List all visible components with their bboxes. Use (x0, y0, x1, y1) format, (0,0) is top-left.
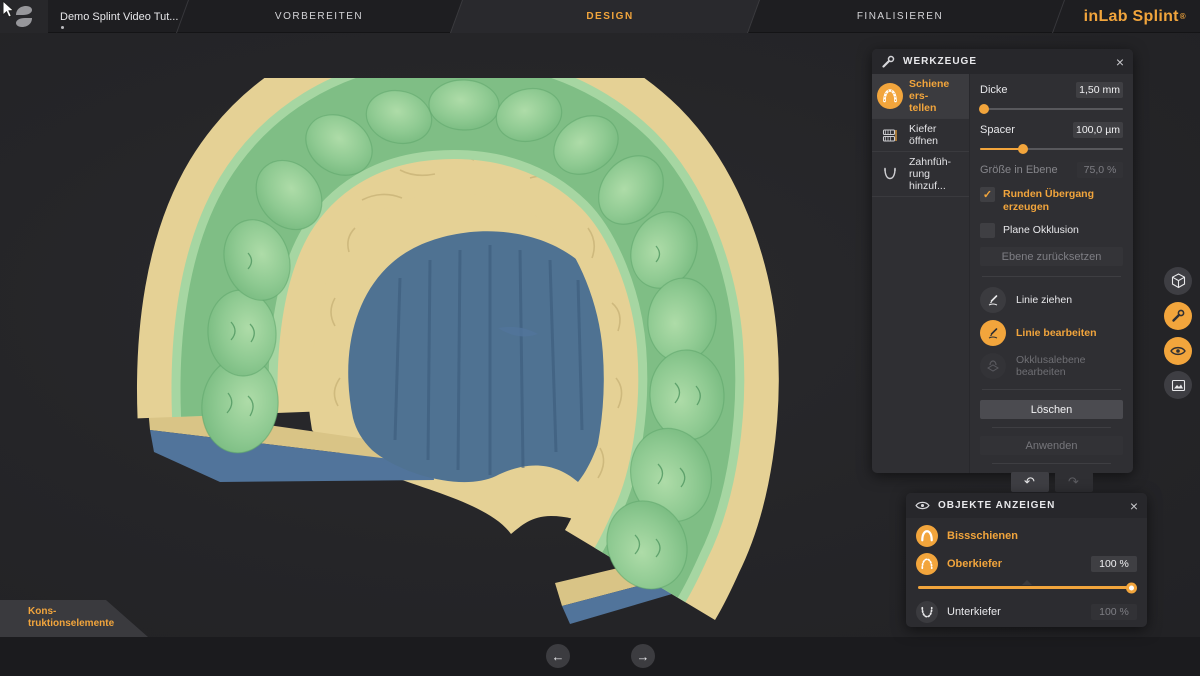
object-row-unterkiefer[interactable]: Unterkiefer 100 % (906, 598, 1147, 626)
runden-uebergang-checkbox-row[interactable]: ✓ Runden Übergang erzeugen (980, 187, 1123, 214)
dicke-slider-knob[interactable] (979, 104, 989, 114)
sidebar-item-label: Zahnfüh-rung hinzuf... (909, 156, 964, 192)
sidebar-item-kiefer-oeffnen[interactable]: Kiefer öffnen (872, 119, 969, 152)
tools-panel: WERKZEUGE × Schiene ers-tellen Kiefer öf… (872, 49, 1133, 473)
groesse-value: 75,0 % (1077, 162, 1123, 178)
slider-midpoint-notch (1022, 580, 1032, 585)
object-row-bissschienen[interactable]: Bissschienen (906, 522, 1147, 550)
tools-sidebar: Schiene ers-tellen Kiefer öffnen Zahnfüh… (872, 74, 970, 473)
oberkiefer-opacity-value[interactable]: 100 % (1091, 556, 1137, 572)
upper-jaw-icon (916, 553, 938, 575)
spacer-value[interactable]: 100,0 µm (1073, 122, 1123, 138)
dicke-slider[interactable] (980, 108, 1123, 110)
groesse-label: Größe in Ebene (980, 164, 1058, 176)
apply-button: Anwenden (980, 436, 1123, 455)
delete-button[interactable]: Löschen (980, 400, 1123, 419)
tools-content: Dicke 1,50 mm Spacer 100,0 µm Größe in E… (970, 74, 1133, 473)
sidebar-item-label: Kiefer öffnen (909, 123, 964, 147)
lower-jaw-icon (916, 601, 938, 623)
show-objects-panel: OBJEKTE ANZEIGEN × Bissschienen Oberkief… (906, 493, 1147, 627)
app-window: Kons- truktionselemente Demo Splint Vide… (0, 0, 1200, 676)
eye-icon (915, 500, 930, 511)
objects-panel-title: OBJEKTE ANZEIGEN (938, 500, 1122, 511)
eye-icon (1170, 345, 1186, 357)
screenshot-icon (1171, 379, 1186, 392)
prev-step-button[interactable]: ← (546, 644, 570, 668)
opacity-slider-knob[interactable] (1126, 582, 1137, 593)
undo-button[interactable]: ↶ (1011, 472, 1049, 492)
close-icon[interactable]: × (1116, 55, 1124, 69)
object-row-oberkiefer[interactable]: Oberkiefer 100 % (906, 550, 1147, 578)
redo-button: ↷ (1055, 472, 1093, 492)
plane-okklusion-checkbox-row[interactable]: Plane Okklusion (980, 223, 1123, 238)
tools-panel-title: WERKZEUGE (903, 56, 1108, 67)
unterkiefer-opacity-value: 100 % (1091, 604, 1137, 620)
reset-plane-button[interactable]: Ebene zurücksetzen (980, 247, 1123, 266)
sidebar-item-schiene-erstellen[interactable]: Schiene ers-tellen (872, 74, 969, 119)
dicke-value[interactable]: 1,50 mm (1076, 82, 1123, 98)
close-icon[interactable]: × (1130, 499, 1138, 513)
brand-logo: inLab Splint® (1084, 0, 1186, 33)
document-title: Demo Splint Video Tut... (60, 11, 178, 23)
spacer-label: Spacer (980, 124, 1015, 136)
bottom-bar: ← → (0, 637, 1200, 676)
tab-design[interactable]: DESIGN (530, 0, 690, 33)
checkbox-checked[interactable]: ✓ (980, 187, 995, 202)
screenshot-button[interactable] (1164, 371, 1192, 399)
wrench-icon (1171, 309, 1185, 323)
document-tab[interactable]: Demo Splint Video Tut... (60, 0, 178, 33)
spacer-slider[interactable] (980, 148, 1123, 150)
divider (982, 276, 1121, 277)
next-step-button[interactable]: → (631, 644, 655, 668)
tooth-guidance-icon (877, 167, 903, 181)
sidebar-item-label: Schiene ers-tellen (909, 78, 964, 114)
checkbox-label: Plane Okklusion (1003, 223, 1079, 237)
tools-panel-header[interactable]: WERKZEUGE × (872, 49, 1133, 74)
divider (982, 389, 1121, 390)
wrench-icon (881, 55, 895, 69)
tool-linie-bearbeiten[interactable]: Linie bearbeiten (980, 320, 1123, 346)
tab-vorbereiten[interactable]: VORBEREITEN (239, 0, 399, 33)
tools-panel-button[interactable] (1164, 302, 1192, 330)
dicke-label: Dicke (980, 84, 1008, 96)
tool-okklusalebene: Okklusalebene bearbeiten (980, 353, 1123, 379)
oberkiefer-opacity-slider[interactable] (918, 586, 1135, 589)
tool-linie-ziehen[interactable]: Linie ziehen (980, 287, 1123, 313)
dental-arch-model[interactable] (100, 78, 780, 628)
view-cube-button[interactable] (1164, 267, 1192, 295)
interior-walls (348, 231, 613, 482)
splint-arch-icon (916, 525, 938, 547)
cube-icon (1171, 273, 1186, 289)
draw-line-icon (980, 287, 1006, 313)
show-objects-button[interactable] (1164, 337, 1192, 365)
unsaved-dot (61, 26, 64, 29)
edit-line-icon (980, 320, 1006, 346)
checkbox-unchecked[interactable] (980, 223, 995, 238)
jaw-articulator-icon (877, 128, 903, 143)
topbar-divider (1052, 0, 1065, 33)
sirona-logo-icon (13, 5, 35, 29)
splint-arch-icon (877, 83, 903, 109)
sidebar-item-zahnfuehrung[interactable]: Zahnfüh-rung hinzuf... (872, 152, 969, 197)
divider (992, 427, 1111, 428)
occlusal-plane-icon (980, 353, 1006, 379)
objects-panel-header[interactable]: OBJEKTE ANZEIGEN × (906, 493, 1147, 518)
tab-finalisieren[interactable]: FINALISIEREN (820, 0, 980, 33)
checkbox-label: Runden Übergang erzeugen (1003, 187, 1123, 214)
divider (992, 463, 1111, 464)
top-bar: Demo Splint Video Tut... VORBEREITEN DES… (0, 0, 1200, 33)
mouse-cursor (2, 0, 15, 19)
spacer-slider-knob[interactable] (1018, 144, 1028, 154)
